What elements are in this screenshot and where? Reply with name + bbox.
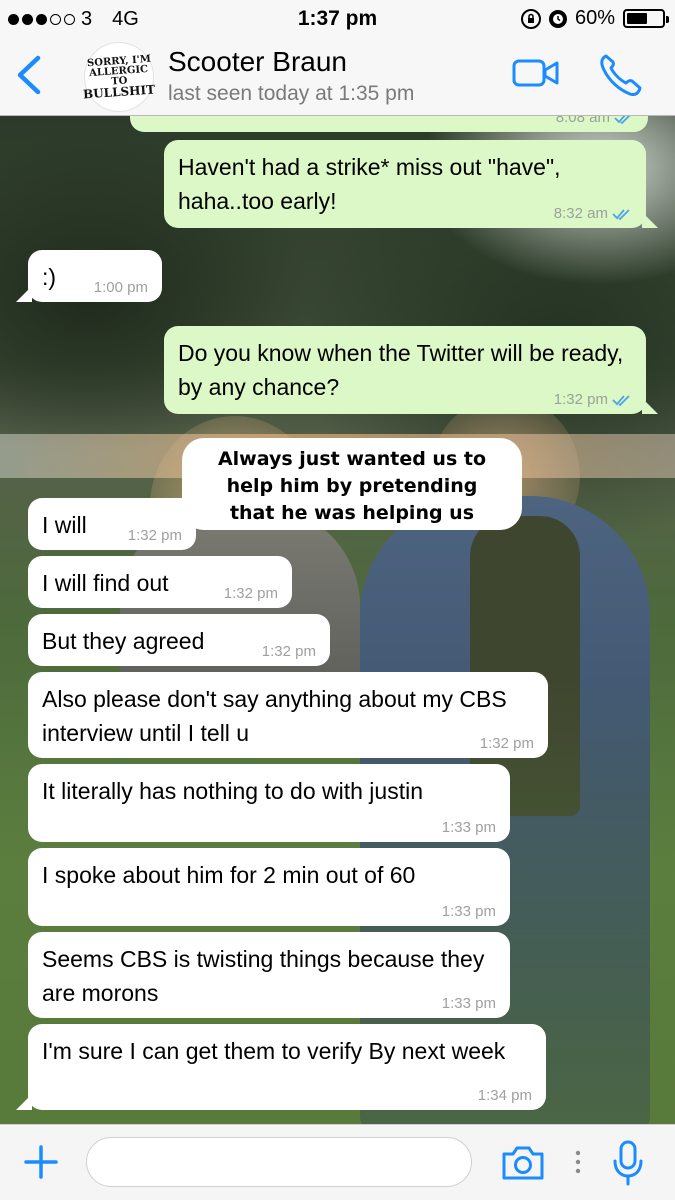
message-time: 1:32 pm xyxy=(223,585,278,602)
message-list[interactable]: 8:08 am Haven't had a strike* miss out "… xyxy=(0,96,675,1124)
overlay-caption-line-2: help him by pretending xyxy=(226,475,478,497)
voice-message-button[interactable] xyxy=(612,1139,644,1192)
last-seen-status: last seen today at 1:35 pm xyxy=(168,82,415,105)
battery-fill xyxy=(627,13,648,24)
avatar-text-line-3: BULLSHIT xyxy=(82,82,156,102)
rotation-lock-icon xyxy=(520,8,541,29)
message-time: 1:33 pm xyxy=(441,903,496,920)
message-text: Also please don't say anything about my … xyxy=(42,686,507,746)
alarm-icon xyxy=(548,9,567,28)
message-bubble-incoming[interactable]: I spoke about him for 2 min out of 60 1:… xyxy=(28,848,510,926)
message-bubble-incoming[interactable]: It literally has nothing to do with just… xyxy=(28,764,510,842)
message-time: 1:32 pm xyxy=(553,391,608,408)
message-bubble-outgoing[interactable]: Haven't had a strike* miss out "have", h… xyxy=(164,140,658,228)
status-bar: 3 4G 1:37 pm 60% xyxy=(0,0,675,38)
read-ticks-icon xyxy=(612,209,630,220)
message-time: 1:00 pm xyxy=(93,279,148,296)
message-bubble-outgoing[interactable]: Do you know when the Twitter will be rea… xyxy=(164,326,658,414)
back-button[interactable] xyxy=(14,52,54,100)
separator-dots-icon xyxy=(574,1149,582,1180)
message-bubble-incoming[interactable]: I will find out 1:32 pm xyxy=(28,556,292,608)
message-bubble-incoming[interactable]: Also please don't say anything about my … xyxy=(28,672,548,758)
voice-call-button[interactable] xyxy=(598,52,644,101)
video-camera-icon xyxy=(512,59,559,87)
overlay-caption-line-3: that he was helping us xyxy=(229,502,475,524)
message-time: 1:34 pm xyxy=(477,1087,532,1104)
message-time: 1:33 pm xyxy=(441,995,496,1012)
read-ticks-icon xyxy=(612,395,630,406)
message-text: Seems CBS is twisting things because the… xyxy=(42,946,485,1006)
message-text: I'm sure I can get them to verify By nex… xyxy=(42,1038,506,1064)
message-time: 8:32 am xyxy=(553,205,608,222)
video-call-button[interactable] xyxy=(512,56,560,95)
battery-percent: 60% xyxy=(574,7,615,29)
plus-icon xyxy=(24,1145,58,1179)
avatar[interactable]: SORRY, I'M ALLERGIC TO BULLSHIT xyxy=(82,42,156,112)
message-text: I spoke about him for 2 min out of 60 xyxy=(42,862,416,888)
battery-icon xyxy=(623,9,669,28)
camera-button[interactable] xyxy=(500,1144,546,1187)
chevron-left-icon xyxy=(17,55,41,95)
message-bubble-incoming[interactable]: Seems CBS is twisting things because the… xyxy=(28,932,510,1018)
camera-icon xyxy=(502,1146,544,1180)
message-time: 1:32 pm xyxy=(261,643,316,660)
message-bubble-incoming[interactable]: I'm sure I can get them to verify By nex… xyxy=(16,1024,546,1110)
contact-name: Scooter Braun xyxy=(168,46,347,77)
message-time: 1:33 pm xyxy=(441,819,496,836)
chat-header: 3 4G 1:37 pm 60% SORRY, I'M ALLERGIC TO … xyxy=(0,0,675,116)
message-bubble-incoming[interactable]: :) 1:00 pm xyxy=(16,250,162,302)
microphone-icon xyxy=(613,1140,643,1186)
message-input-bar xyxy=(0,1124,675,1200)
message-bubble-incoming[interactable]: I will 1:32 pm xyxy=(28,498,196,550)
message-time: 1:32 pm xyxy=(479,735,534,752)
contact-info[interactable]: Scooter Braun last seen today at 1:35 pm xyxy=(168,46,414,106)
attach-button[interactable] xyxy=(22,1143,60,1186)
overlay-caption: Always just wanted us to help him by pre… xyxy=(182,438,522,530)
message-text: It literally has nothing to do with just… xyxy=(42,778,423,804)
message-time: 1:32 pm xyxy=(127,527,182,544)
message-bubble-incoming[interactable]: But they agreed 1:32 pm xyxy=(28,614,330,666)
phone-icon xyxy=(600,54,642,96)
overlay-caption-line-1: Always just wanted us to xyxy=(217,448,487,470)
message-input[interactable] xyxy=(86,1137,472,1187)
